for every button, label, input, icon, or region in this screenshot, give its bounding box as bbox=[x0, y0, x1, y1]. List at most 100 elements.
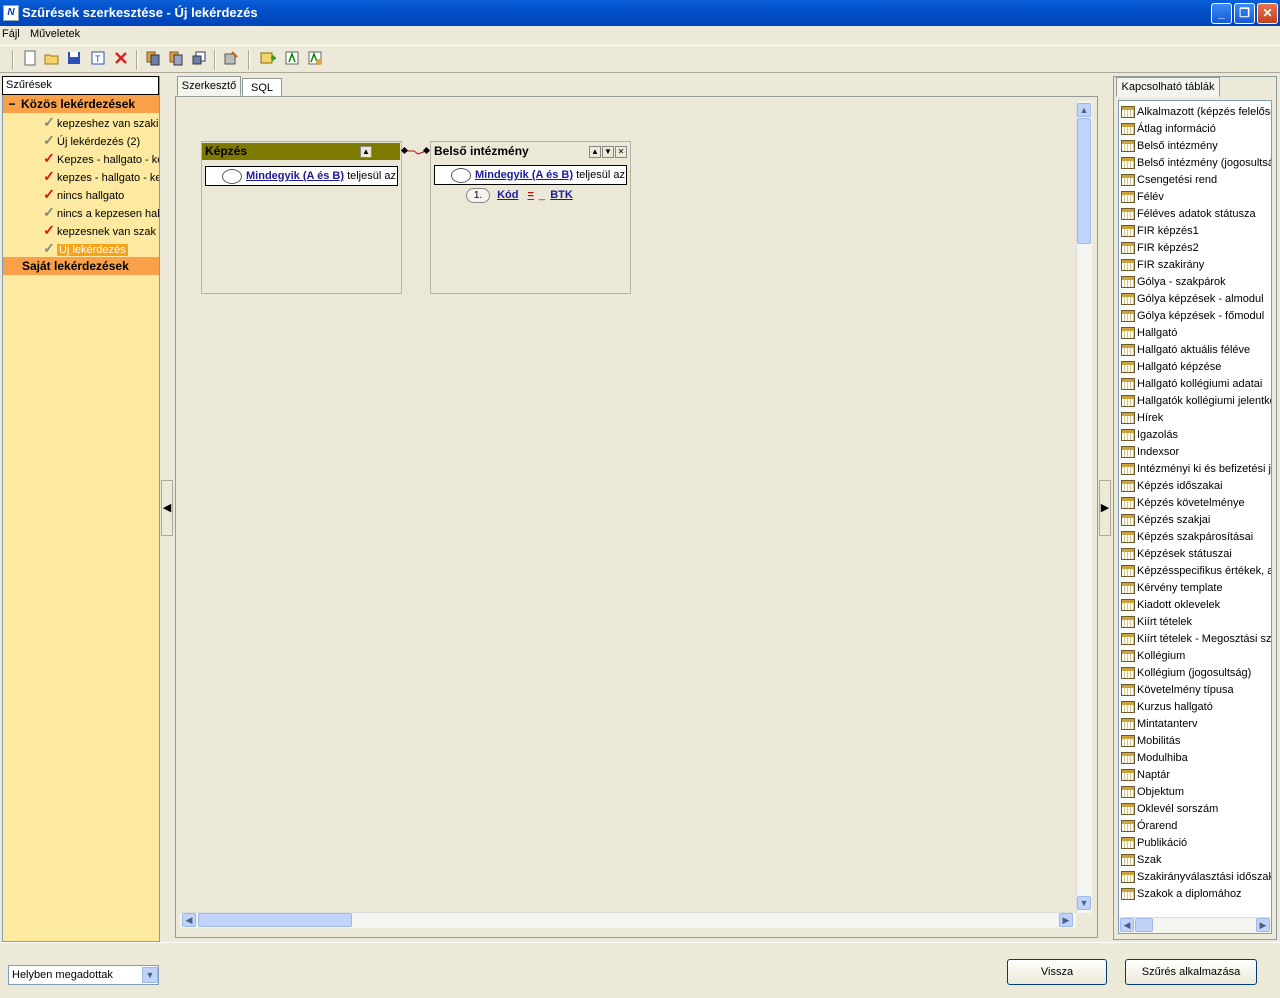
condition-row[interactable]: Mindegyik (A és B) teljesül az bbox=[434, 165, 627, 185]
maximize-button[interactable]: ❐ bbox=[1234, 3, 1255, 24]
linkable-table-item[interactable]: Mobilitás bbox=[1119, 733, 1271, 750]
linkable-table-item[interactable]: Gólya képzések - főmodul bbox=[1119, 308, 1271, 325]
linkable-table-item[interactable]: Kiírt tételek bbox=[1119, 614, 1271, 631]
delete-icon[interactable] bbox=[111, 50, 131, 70]
condition-toggle[interactable] bbox=[222, 168, 242, 184]
linkable-table-item[interactable]: Hallgató bbox=[1119, 325, 1271, 342]
scroll-down-button[interactable]: ▼ bbox=[1077, 896, 1091, 910]
run-icon[interactable] bbox=[305, 50, 325, 70]
condition-mode-link[interactable]: Mindegyik (A és B) bbox=[475, 169, 573, 181]
linkable-table-item[interactable]: Belső intézmény (jogosultság) bbox=[1119, 155, 1271, 172]
join-connector[interactable] bbox=[400, 144, 432, 158]
linkable-table-item[interactable]: Igazolás bbox=[1119, 427, 1271, 444]
condition-toggle[interactable] bbox=[451, 167, 471, 183]
linkable-table-item[interactable]: Alkalmazott (képzés felelőse) bbox=[1119, 104, 1271, 121]
vertical-scroll-thumb[interactable] bbox=[1077, 118, 1091, 244]
table-box-belso-intezmeny[interactable] bbox=[430, 141, 631, 294]
settings-icon[interactable] bbox=[221, 50, 241, 70]
linkable-table-item[interactable]: Követelmény típusa bbox=[1119, 682, 1271, 699]
linkable-table-item[interactable]: Kiadott oklevelek bbox=[1119, 597, 1271, 614]
scope-select[interactable]: Helyben megadottak bbox=[8, 965, 159, 985]
value-link[interactable]: BTK bbox=[550, 189, 573, 201]
linkable-table-item[interactable]: Hírek bbox=[1119, 410, 1271, 427]
scroll-up-button[interactable]: ▲ bbox=[1077, 103, 1091, 117]
group-shared-queries[interactable]: − Közös lekérdezések bbox=[3, 95, 159, 113]
collapse-icon[interactable]: − bbox=[3, 95, 21, 113]
condition-row[interactable]: Mindegyik (A és B) teljesül az bbox=[205, 166, 398, 186]
collapse-left-button[interactable]: ◀ bbox=[161, 480, 173, 536]
close-table-icon[interactable]: ✕ bbox=[615, 146, 627, 158]
linkable-table-item[interactable]: Kiírt tételek - Megosztási szabályok bbox=[1119, 631, 1271, 648]
query-item[interactable]: ✓ Új lekérdezés (2) bbox=[3, 131, 159, 149]
row-number-badge[interactable]: 1. bbox=[466, 188, 490, 203]
query-item[interactable]: ✓ kepzeshez van szakir bbox=[3, 113, 159, 131]
menu-file[interactable]: Fájl bbox=[2, 28, 20, 40]
linkable-table-item[interactable]: Kurzus hallgató bbox=[1119, 699, 1271, 716]
linkable-table-item[interactable]: Képzésspecifikus értékek, alapadatok bbox=[1119, 563, 1271, 580]
new-icon[interactable] bbox=[20, 50, 40, 70]
tab-sql[interactable]: SQL bbox=[242, 78, 282, 96]
linkable-table-item[interactable]: Objektum bbox=[1119, 784, 1271, 801]
scroll-right-button[interactable]: ▶ bbox=[1059, 913, 1073, 927]
linkable-table-item[interactable]: Kollégium bbox=[1119, 648, 1271, 665]
query-item[interactable]: ✓ kepzes - hallgato - ke bbox=[3, 167, 159, 185]
linkable-table-item[interactable]: Képzés szakpárosításai bbox=[1119, 529, 1271, 546]
tab-editor[interactable]: Szerkesztő bbox=[177, 76, 241, 96]
linkable-table-item[interactable]: Szak bbox=[1119, 852, 1271, 869]
query-item-selected[interactable]: ✓ Új lekérdezés bbox=[3, 239, 159, 257]
scroll-left-button[interactable]: ◀ bbox=[1120, 918, 1134, 932]
table-box-kepzes[interactable] bbox=[201, 141, 402, 294]
linkable-table-item[interactable]: Kollégium (jogosultság) bbox=[1119, 665, 1271, 682]
close-button[interactable]: ✕ bbox=[1257, 3, 1278, 24]
group-own-queries[interactable]: Saját lekérdezések bbox=[3, 257, 159, 275]
chevron-down-icon[interactable]: ▼ bbox=[142, 967, 158, 983]
linkable-table-item[interactable]: Kérvény template bbox=[1119, 580, 1271, 597]
linkable-table-item[interactable]: Gólya képzések - almodul bbox=[1119, 291, 1271, 308]
linkable-table-item[interactable]: Órarend bbox=[1119, 818, 1271, 835]
condition-mode-link[interactable]: Mindegyik (A és B) bbox=[246, 170, 344, 182]
linkable-table-item[interactable]: Képzés szakjai bbox=[1119, 512, 1271, 529]
minimize-button[interactable]: _ bbox=[1211, 3, 1232, 24]
linkable-table-item[interactable]: Mintatanterv bbox=[1119, 716, 1271, 733]
query-icon[interactable] bbox=[282, 50, 302, 70]
query-item[interactable]: ✓ nincs a kepzesen hal bbox=[3, 203, 159, 221]
move-down-icon[interactable]: ▼ bbox=[602, 146, 614, 158]
linkable-table-item[interactable]: Modulhiba bbox=[1119, 750, 1271, 767]
linkable-table-item[interactable]: Képzés időszakai bbox=[1119, 478, 1271, 495]
linkable-table-item[interactable]: FIR szakirány bbox=[1119, 257, 1271, 274]
back-button[interactable]: Vissza bbox=[1007, 959, 1107, 985]
query-item[interactable]: ✓ Kepzes - hallgato - ke bbox=[3, 149, 159, 167]
linkable-table-item[interactable]: Hallgató kollégiumi adatai bbox=[1119, 376, 1271, 393]
scroll-left-button[interactable]: ◀ bbox=[182, 913, 196, 927]
move-up-icon[interactable]: ▲ bbox=[589, 146, 601, 158]
add-table-icon[interactable] bbox=[258, 50, 278, 70]
linkable-table-item[interactable]: Indexsor bbox=[1119, 444, 1271, 461]
linkable-table-item[interactable]: Félév bbox=[1119, 189, 1271, 206]
linkable-table-item[interactable]: Hallgatók kollégiumi jelentkezései bbox=[1119, 393, 1271, 410]
table-title-belso-intezmeny[interactable]: Belső intézmény bbox=[431, 143, 581, 160]
linkable-table-item[interactable]: Naptár bbox=[1119, 767, 1271, 784]
move-up-icon[interactable]: ▲ bbox=[360, 146, 372, 158]
copy-icon[interactable] bbox=[143, 50, 163, 70]
linkable-table-item[interactable]: Gólya - szakpárok bbox=[1119, 274, 1271, 291]
linkable-table-item[interactable]: Hallgató képzése bbox=[1119, 359, 1271, 376]
open-icon[interactable] bbox=[42, 50, 62, 70]
linkable-table-item[interactable]: Intézményi ki és befizetési jogcímek bbox=[1119, 461, 1271, 478]
field-link[interactable]: Kód bbox=[497, 189, 518, 201]
linkable-table-item[interactable]: Oklevél sorszám bbox=[1119, 801, 1271, 818]
filter-row[interactable]: 1. Kód = _ BTK bbox=[466, 187, 626, 205]
linkable-table-item[interactable]: Csengetési rend bbox=[1119, 172, 1271, 189]
query-item[interactable]: ✓ nincs hallgato bbox=[3, 185, 159, 203]
linkable-table-item[interactable]: Átlag információ bbox=[1119, 121, 1271, 138]
linkable-table-item[interactable]: Hallgató aktuális féléve bbox=[1119, 342, 1271, 359]
save-icon[interactable] bbox=[64, 50, 84, 70]
query-item[interactable]: ✓ kepzesnek van szak bbox=[3, 221, 159, 239]
linkable-table-item[interactable]: FIR képzés1 bbox=[1119, 223, 1271, 240]
export-icon[interactable] bbox=[189, 50, 209, 70]
collapse-right-button[interactable]: ▶ bbox=[1099, 480, 1111, 536]
rename-icon[interactable]: T bbox=[88, 50, 108, 70]
paste-icon[interactable] bbox=[166, 50, 186, 70]
horizontal-scroll-thumb[interactable] bbox=[198, 913, 352, 927]
operator-link[interactable]: = bbox=[528, 189, 534, 201]
linkable-table-item[interactable]: Képzések státuszai bbox=[1119, 546, 1271, 563]
